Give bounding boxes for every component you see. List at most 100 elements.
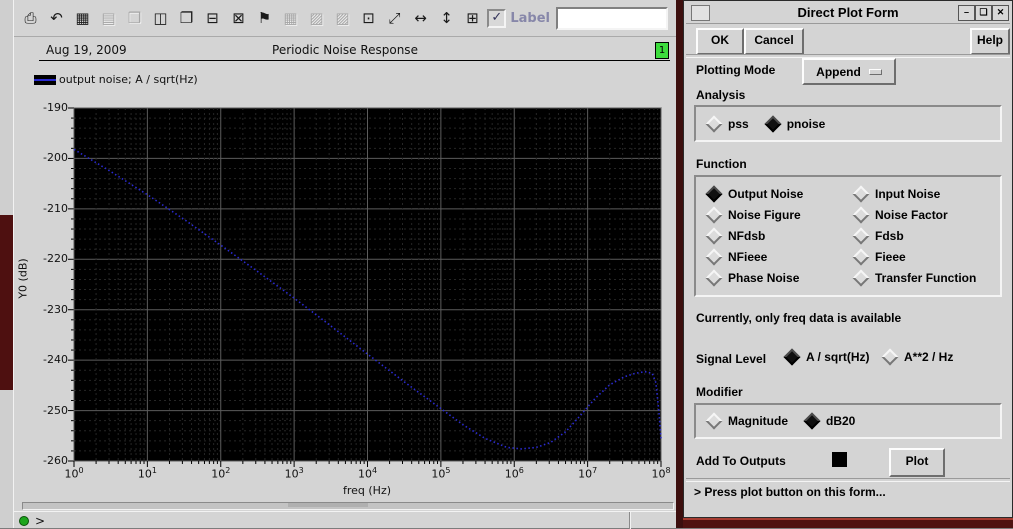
header-underline xyxy=(39,60,670,61)
print-icon[interactable]: ⎙ xyxy=(19,7,42,29)
label-checkbox[interactable]: ✓ xyxy=(487,9,507,28)
function-options-box: Output Noise Input Noise Noise Figure Noise… xyxy=(694,175,1002,297)
plot-area[interactable] xyxy=(68,104,667,467)
radio-fdsb[interactable]: Fdsb xyxy=(852,227,1000,245)
radio-diamond-icon xyxy=(705,115,723,132)
analysis-box: pss pnoise xyxy=(694,105,1002,142)
delete-subwindow-icon[interactable]: ⊟ xyxy=(201,7,224,29)
plot-button[interactable]: Plot xyxy=(889,448,945,477)
legend[interactable]: output noise; A / sqrt(Hz) xyxy=(34,73,198,86)
zoom-x-icon[interactable]: ↔ xyxy=(409,7,432,29)
y-tick-label: -190 xyxy=(43,101,68,114)
radio-diamond-icon xyxy=(705,227,723,245)
add-to-outputs-label: Add To Outputs xyxy=(696,454,786,468)
scrollbar-thumb[interactable] xyxy=(288,503,368,507)
zoom-y-icon[interactable]: ↕ xyxy=(435,7,458,29)
plotting-mode-dropdown[interactable]: Append xyxy=(802,58,896,85)
toolbar-icons: ⎙ ↶ ▦ ▤ ❒ ◫ ❐ ⊟ ⊠ ⚑ ▦ ▨ ▨ ⊡ ⤢ ↔ ↕ ⊞ xyxy=(19,7,487,29)
subwindow-resize-icon[interactable]: ⊠ xyxy=(227,7,250,29)
y-tick-label: -200 xyxy=(43,151,68,165)
y-tick-label: -250 xyxy=(43,403,68,417)
plotting-mode-value: Append xyxy=(816,64,861,79)
option-menu-dash-icon xyxy=(868,68,882,75)
new-subwindow-icon[interactable]: ❐ xyxy=(175,7,198,29)
statusbar-divider xyxy=(629,512,631,529)
x-tick-label: 106 xyxy=(504,466,524,481)
radio-noise-factor[interactable]: Noise Factor xyxy=(852,206,1000,224)
radio-noise-figure[interactable]: Noise Figure xyxy=(705,206,853,224)
help-button[interactable]: Help xyxy=(970,28,1010,55)
close-button[interactable]: ✕ xyxy=(992,5,1009,21)
radio-pss[interactable]: pss xyxy=(705,115,749,132)
radio-db20[interactable]: dB20 xyxy=(803,412,855,430)
status-led-icon xyxy=(19,515,29,526)
label-area: ✓ Label xyxy=(487,7,668,30)
notice-text: Currently, only freq data is available xyxy=(696,311,902,325)
command-prompt[interactable]: > xyxy=(35,514,45,528)
plotting-mode-label: Plotting Mode xyxy=(696,63,776,77)
radio-nfdsb[interactable]: NFdsb xyxy=(705,227,853,245)
annotation-label-icon[interactable]: ⚑ xyxy=(253,7,276,29)
undo-icon[interactable]: ↶ xyxy=(45,7,68,29)
waveform-cut-icon: ▨ xyxy=(309,9,324,27)
data-table-icon: ▦ xyxy=(283,9,298,27)
radio-output-noise[interactable]: Output Noise xyxy=(705,185,853,203)
radio-fieee[interactable]: Fieee xyxy=(852,248,1000,266)
radio-a-sqrt-hz[interactable]: A / sqrt(Hz) xyxy=(783,348,870,366)
overlay-window-icon: ❒ xyxy=(127,9,142,27)
subwindow-switch-icon[interactable]: ◫ xyxy=(149,7,172,29)
radio-a2-hz[interactable]: A**2 / Hz xyxy=(881,348,953,366)
radio-phase-noise[interactable]: Phase Noise xyxy=(705,269,853,287)
y-tick-label: -240 xyxy=(43,353,68,367)
radio-diamond-icon xyxy=(764,115,782,132)
cancel-button[interactable]: Cancel xyxy=(744,28,804,55)
legend-label: output noise; A / sqrt(Hz) xyxy=(59,73,198,86)
maximize-button[interactable]: ❑ xyxy=(975,5,992,21)
radio-diamond-icon xyxy=(852,227,870,245)
grid-toggle-icon[interactable]: ▦ xyxy=(71,7,94,29)
modifier-label: Modifier xyxy=(696,385,743,399)
zoom-fit-icon[interactable]: ⤢ xyxy=(383,7,406,29)
label-input[interactable] xyxy=(556,7,668,30)
label-checkbox-label: Label xyxy=(510,11,550,26)
x-tick-label: 108 xyxy=(651,466,671,481)
separator xyxy=(686,478,1010,482)
function-label: Function xyxy=(696,157,747,171)
waveform-paste-icon: ▨ xyxy=(335,9,350,27)
minimize-button[interactable]: – xyxy=(958,5,975,21)
radio-diamond-icon xyxy=(803,412,821,430)
signal-level-label: Signal Level xyxy=(696,352,767,366)
dialog-titlebar[interactable]: Direct Plot Form – ❑ ✕ xyxy=(686,3,1010,24)
x-axis-title: freq (Hz) xyxy=(342,484,392,497)
dialog-status-text: > Press plot button on this form... xyxy=(694,485,886,499)
radio-diamond-icon xyxy=(705,269,723,287)
horizontal-scrollbar[interactable] xyxy=(22,502,674,510)
window-number-badge: 1 xyxy=(655,42,669,59)
calculator-icon[interactable]: ⊡ xyxy=(357,7,380,29)
y-tick-label: -220 xyxy=(43,252,68,266)
radio-nfieee[interactable]: NFieee xyxy=(705,248,853,266)
y-axis-label: Y0 (dB) xyxy=(16,258,30,299)
radio-diamond-icon xyxy=(852,248,870,266)
legend-swatch-icon xyxy=(34,74,56,85)
radio-diamond-icon xyxy=(852,269,870,287)
radio-transfer-function[interactable]: Transfer Function xyxy=(852,269,1000,287)
strip-mode-icon: ▤ xyxy=(101,9,116,27)
add-to-outputs-checkbox[interactable] xyxy=(832,452,847,467)
background-window-edge xyxy=(0,0,14,528)
toolbar: ⎙ ↶ ▦ ▤ ❒ ◫ ❐ ⊟ ⊠ ⚑ ▦ ▨ ▨ ⊡ ⤢ ↔ ↕ ⊞ ✓ Label xyxy=(14,0,676,37)
ok-button[interactable]: OK xyxy=(696,28,744,55)
waveform-window: ⎙ ↶ ▦ ▤ ❒ ◫ ❐ ⊟ ⊠ ⚑ ▦ ▨ ▨ ⊡ ⤢ ↔ ↕ ⊞ ✓ Label Aug 19, 2009 … xyxy=(13,0,676,529)
direct-plot-form-dialog: Direct Plot Form – ❑ ✕ OK Cancel Help Pl… xyxy=(683,0,1013,518)
x-tick-label: 102 xyxy=(211,466,231,481)
fit-window-icon[interactable]: ⊞ xyxy=(461,7,484,29)
analysis-label: Analysis xyxy=(696,88,746,102)
background-maroon-window xyxy=(0,215,13,390)
radio-magnitude[interactable]: Magnitude xyxy=(705,412,788,430)
radio-input-noise[interactable]: Input Noise xyxy=(852,185,1000,203)
radio-diamond-icon xyxy=(783,348,801,366)
x-tick-label: 103 xyxy=(284,466,304,481)
modifier-box: Magnitude dB20 xyxy=(694,403,1002,439)
main-statusbar: > xyxy=(14,511,676,529)
radio-pnoise[interactable]: pnoise xyxy=(764,115,825,132)
